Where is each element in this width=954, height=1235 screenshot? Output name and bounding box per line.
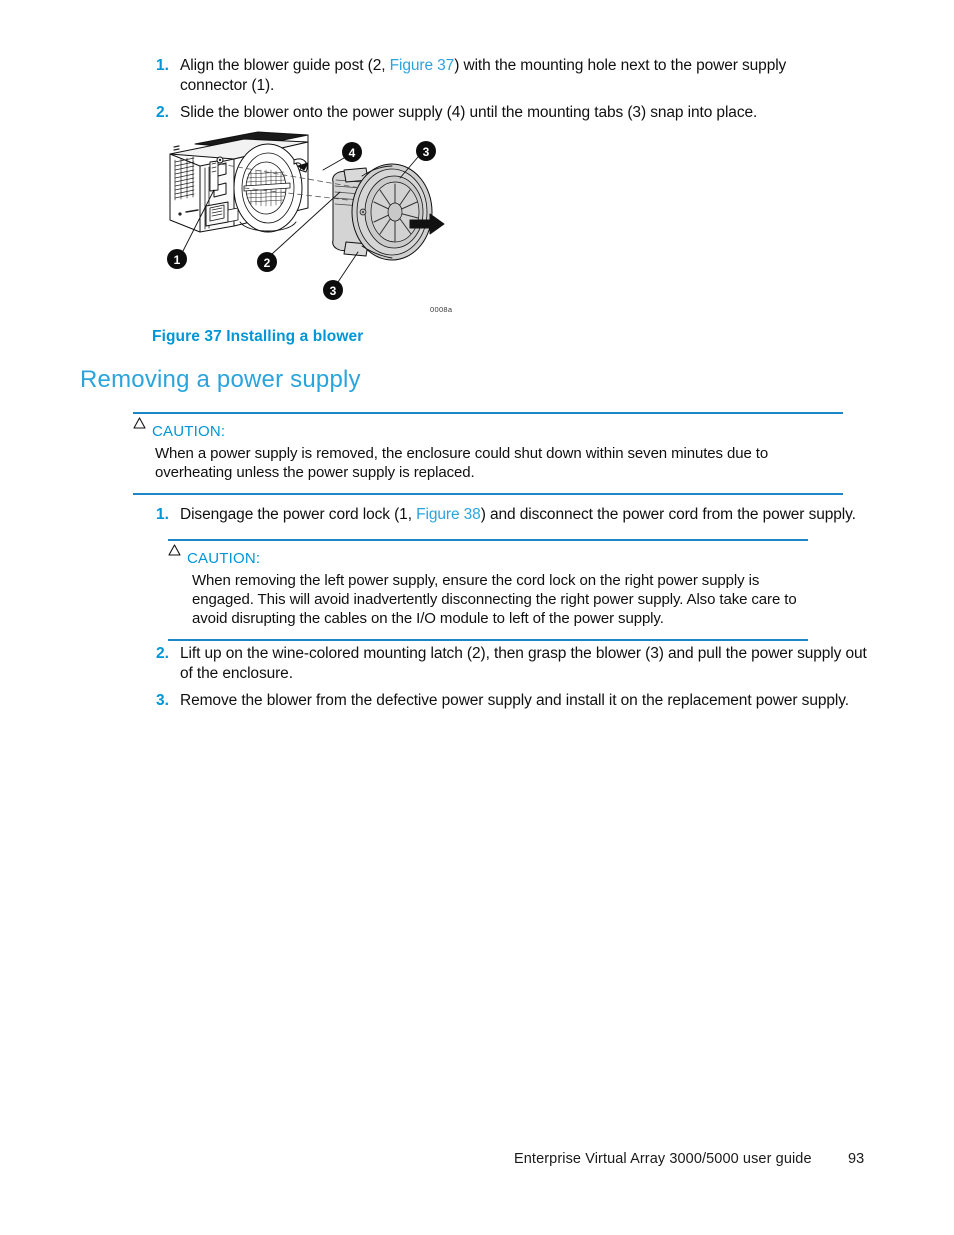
list-item: 3. Remove the blower from the defective … — [152, 691, 867, 711]
figure-37-illustration: 1 2 3 4 3 — [148, 130, 478, 320]
list-item: 2. Slide the blower onto the power suppl… — [152, 103, 852, 123]
step-text: Remove the blower from the defective pow… — [180, 692, 849, 709]
caution-block-cord-lock: CAUTION: When removing the left power su… — [168, 539, 808, 641]
step-number: 2. — [156, 104, 169, 121]
divider-bottom — [168, 639, 808, 641]
footer-page-number: 93 — [848, 1151, 865, 1167]
step-text: Disengage the power cord lock (1, Figure… — [180, 505, 862, 525]
svg-text:3: 3 — [423, 145, 430, 159]
figure-callout-2: 2 — [257, 252, 277, 272]
caution-body-text: When removing the left power supply, ens… — [192, 572, 797, 627]
caution-block-removal: CAUTION: When a power supply is removed,… — [133, 412, 843, 495]
document-page: 1. Align the blower guide post (2, Figur… — [0, 0, 954, 1235]
figure-caption: Figure 37 Installing a blower — [152, 328, 364, 345]
caution-heading: CAUTION: — [133, 416, 843, 440]
figure-callout-1: 1 — [167, 249, 187, 269]
blower-installation-drawing: 1 2 3 4 3 — [167, 131, 445, 300]
caution-label: CAUTION: — [187, 550, 261, 567]
figure-cross-reference-link[interactable]: Figure 37 — [390, 57, 455, 74]
footer-document-title: Enterprise Virtual Array 3000/5000 user … — [514, 1151, 812, 1167]
svg-text:3: 3 — [330, 284, 337, 298]
figure-callout-4: 4 — [342, 142, 362, 162]
bottom-steps-list: 2. Lift up on the wine-colored mounting … — [152, 644, 867, 718]
removal-step-1-list: 1. Disengage the power cord lock (1, Fig… — [152, 505, 862, 532]
figure-cross-reference-link[interactable]: Figure 38 — [416, 506, 481, 523]
figure-id-label: 0008a — [430, 305, 453, 314]
warning-triangle-icon — [133, 416, 146, 437]
step-text: Slide the blower onto the power supply (… — [180, 104, 758, 121]
step-text: Align the blower guide post (2, Figure 3… — [180, 56, 852, 96]
warning-triangle-icon — [168, 543, 181, 564]
figure-callout-3-top: 3 — [416, 141, 436, 161]
step-number: 1. — [156, 57, 169, 74]
svg-text:4: 4 — [349, 146, 356, 160]
step-number: 2. — [156, 645, 169, 662]
divider-top — [168, 539, 808, 541]
caution-body-text: When a power supply is removed, the encl… — [155, 445, 769, 481]
caution-heading: CAUTION: — [168, 543, 808, 567]
page-title: Removing a power supply — [80, 366, 361, 393]
figure-callout-3-bottom: 3 — [323, 280, 343, 300]
step-number: 3. — [156, 692, 169, 709]
step-number: 1. — [156, 506, 169, 523]
top-steps-list: 1. Align the blower guide post (2, Figur… — [152, 56, 852, 130]
svg-text:1: 1 — [174, 253, 181, 267]
step-text-pre: Align the blower guide post (2, — [180, 57, 390, 74]
list-item: 2. Lift up on the wine-colored mounting … — [152, 644, 867, 684]
step-text: Lift up on the wine-colored mounting lat… — [180, 645, 867, 682]
list-item: 1. Disengage the power cord lock (1, Fig… — [152, 505, 862, 525]
svg-text:2: 2 — [264, 256, 271, 270]
step-text-pre: Disengage the power cord lock (1, — [180, 506, 417, 523]
divider-top — [133, 412, 843, 414]
divider-bottom — [133, 493, 843, 495]
step-text-post: ) and disconnect the power cord from the… — [480, 506, 856, 523]
list-item: 1. Align the blower guide post (2, Figur… — [152, 56, 852, 96]
caution-label: CAUTION: — [152, 423, 226, 440]
